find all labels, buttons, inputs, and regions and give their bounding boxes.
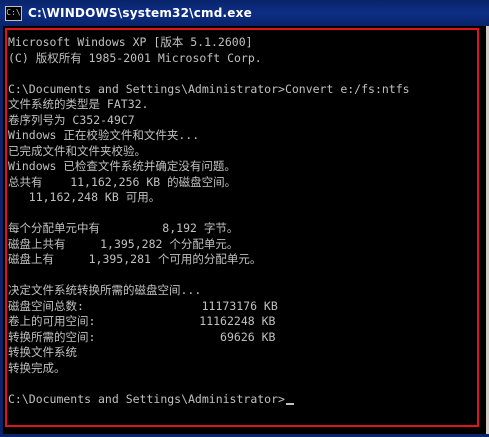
console-output-area[interactable]: Microsoft Windows XP [版本 5.1.2600] (C) 版… bbox=[3, 26, 486, 434]
console-prompt-line[interactable]: C:\Documents and Settings\Administrator> bbox=[8, 392, 478, 408]
title-bar[interactable]: C:\ C:\WINDOWS\system32\cmd.exe bbox=[0, 0, 489, 26]
cmd-window: C:\ C:\WINDOWS\system32\cmd.exe Microsof… bbox=[0, 0, 489, 437]
console-line: C:\Documents and Settings\Administrator>… bbox=[8, 81, 410, 96]
console-line: 转换文件系统 bbox=[8, 345, 77, 359]
console-line: Microsoft Windows XP [版本 5.1.2600] bbox=[8, 35, 253, 49]
console-line: 卷上的可用空间: 11162248 KB bbox=[8, 314, 276, 328]
console-line: 总共有 11,162,256 KB 的磁盘空间。 bbox=[8, 174, 237, 189]
console-line: 转换完成。 bbox=[8, 360, 66, 375]
console-line: (C) 版权所有 1985-2001 Microsoft Corp. bbox=[8, 50, 262, 65]
console-line: 磁盘上有 1,395,281 个可用的分配单元。 bbox=[8, 252, 262, 266]
cmd-icon-glyph: C:\ bbox=[6, 8, 21, 17]
text-cursor bbox=[285, 402, 294, 405]
window-title: C:\WINDOWS\system32\cmd.exe bbox=[28, 6, 252, 20]
console-text: Microsoft Windows XP [版本 5.1.2600] (C) 版… bbox=[8, 35, 478, 407]
console-line: 转换所需的空间: 69626 KB bbox=[8, 329, 276, 344]
console-line: Windows 正在校验文件和文件夹... bbox=[8, 128, 200, 142]
command-prompt: C:\Documents and Settings\Administrator> bbox=[8, 391, 285, 406]
console-line: 决定文件系统转换所需的磁盘空间... bbox=[8, 283, 202, 297]
console-line: 磁盘空间总数: 11173176 KB bbox=[8, 298, 278, 313]
console-line: Windows 已检查文件系统并确定没有问题。 bbox=[8, 159, 236, 173]
console-line: 磁盘上共有 1,395,282 个分配单元。 bbox=[8, 236, 239, 251]
console-line: 已完成文件和文件夹校验。 bbox=[8, 143, 146, 158]
cmd-icon[interactable]: C:\ bbox=[5, 5, 22, 21]
console-line: 卷序列号为 C352-49C7 bbox=[8, 112, 135, 127]
console-line: 每个分配单元中有 8,192 字节。 bbox=[8, 221, 239, 235]
console-line: 文件系统的类型是 FAT32. bbox=[8, 97, 149, 111]
console-line: 11,162,248 KB 可用。 bbox=[8, 190, 161, 204]
